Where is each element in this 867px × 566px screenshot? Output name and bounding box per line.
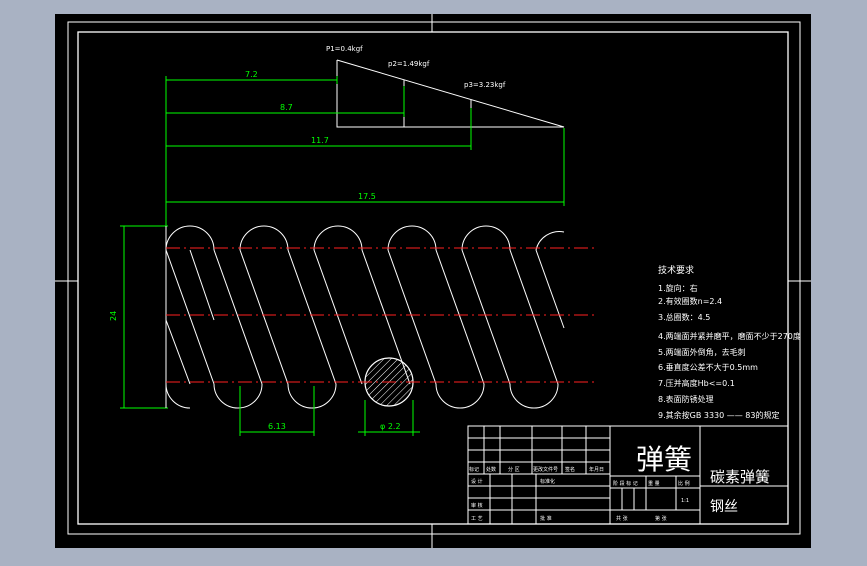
tech-item: 3.总圈数：4.5 bbox=[658, 312, 710, 322]
tb-fenqu: 分 区 bbox=[508, 466, 520, 473]
dim-17-5: 17.5 bbox=[358, 192, 376, 201]
tech-item: 6.垂直度公差不大于0.5mm bbox=[658, 362, 758, 372]
tb-di: 第 张 bbox=[655, 515, 667, 522]
dim-wire: φ 2.2 bbox=[380, 422, 401, 431]
tb-zhongliang: 重 量 bbox=[648, 480, 660, 487]
dim-11-7: 11.7 bbox=[311, 136, 329, 145]
material-name: 钢丝 bbox=[710, 499, 738, 515]
tech-item: 2.有效圈数n=2.4 bbox=[658, 296, 722, 306]
tech-item: 5.两端面外倒角，去毛刺 bbox=[658, 347, 746, 357]
drawing-canvas: P1=0.4kgf p2=1.49kgf p3=3.23kgf 7.2 8.7 … bbox=[55, 14, 811, 548]
force-p1-label: P1=0.4kgf bbox=[326, 45, 363, 53]
tb-chushu: 处数 bbox=[486, 466, 496, 473]
dim-8-7: 8.7 bbox=[280, 103, 293, 112]
tb-jieduan: 阶 段 标 记 bbox=[613, 480, 638, 487]
drawing-sheet bbox=[55, 14, 811, 548]
tb-ratio: 1:1 bbox=[681, 498, 689, 504]
tb-sheji: 设 计 bbox=[471, 478, 483, 485]
drawing-name: 碳素弹簧 bbox=[710, 468, 770, 486]
tech-item: 1.旋向：右 bbox=[658, 283, 698, 293]
tb-gongyi: 工 艺 bbox=[471, 516, 483, 522]
dim-height: 24 bbox=[109, 311, 118, 321]
force-p2-label: p2=1.49kgf bbox=[388, 60, 430, 68]
tech-item: 4.两端面并紧并磨平，磨面不少于270度 bbox=[658, 331, 801, 341]
tb-bili: 比 例 bbox=[678, 480, 690, 487]
tech-item: 8.表面防锈处理 bbox=[658, 394, 714, 404]
dim-7-2: 7.2 bbox=[245, 70, 258, 79]
tb-gong: 共 张 bbox=[616, 515, 628, 522]
tb-wenjian: 更改文件号 bbox=[533, 466, 558, 473]
part-name: 弹簧 bbox=[636, 443, 692, 476]
tech-item: 9.其余按GB 3330 —— 83的规定 bbox=[658, 410, 780, 420]
dim-pitch: 6.13 bbox=[268, 422, 286, 431]
tb-pizhun: 批 准 bbox=[540, 515, 552, 522]
tech-item: 7.压并高度Hb<=0.1 bbox=[658, 378, 735, 388]
tech-title: 技术要求 bbox=[658, 264, 694, 276]
tb-qianming: 签名 bbox=[565, 466, 575, 473]
force-p3-label: p3=3.23kgf bbox=[464, 81, 506, 89]
tb-biaoji: 标记 bbox=[469, 466, 479, 473]
tb-shenhe: 审 核 bbox=[471, 502, 483, 509]
cad-viewport: P1=0.4kgf p2=1.49kgf p3=3.23kgf 7.2 8.7 … bbox=[0, 0, 867, 562]
tb-nianyueri: 年月日 bbox=[589, 466, 604, 473]
tb-biaozhunhua: 标准化 bbox=[540, 478, 555, 485]
